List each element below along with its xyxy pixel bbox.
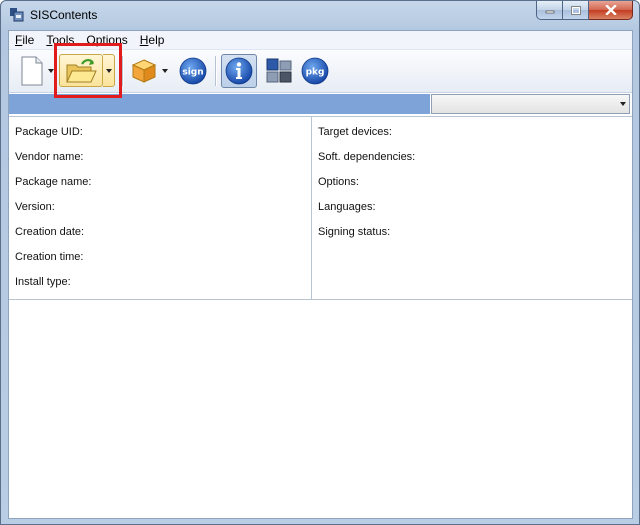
package-dropdown-button[interactable]: [161, 55, 169, 87]
menu-options-label: ptions: [95, 33, 128, 47]
pkg-button[interactable]: pkg: [299, 55, 331, 87]
signing-status-label: Signing status:: [318, 226, 391, 238]
app-icon: [10, 8, 24, 22]
maximize-button[interactable]: [563, 1, 589, 20]
info-column-left: Package UID: Vendor name: Package name: …: [9, 117, 312, 299]
menu-help-label: elp: [148, 33, 165, 47]
sign-icon: sign: [179, 57, 207, 85]
open-button[interactable]: [59, 54, 103, 87]
open-folder-icon: [66, 58, 97, 82]
toolbar: sign pkg: [9, 50, 632, 93]
item-selector-combobox[interactable]: [431, 94, 630, 114]
new-dropdown-button[interactable]: [48, 55, 54, 87]
combobox-arrow-button[interactable]: [620, 102, 626, 106]
languages-label: Languages:: [318, 201, 376, 213]
package-uid-label: Package UID:: [15, 126, 83, 138]
menu-bar: File Tools Options Help: [9, 31, 632, 50]
minimize-icon: [545, 10, 554, 14]
views-button[interactable]: [263, 55, 295, 87]
info-column-right: Target devices: Soft. dependencies: Opti…: [312, 117, 632, 299]
vendor-name-label: Vendor name:: [15, 151, 84, 163]
install-type-label: Install type:: [15, 276, 71, 288]
menu-options-mnemonic: O: [86, 33, 96, 47]
menu-file-label: ile: [22, 33, 35, 47]
client-area: File Tools Options Help sign pkg Package…: [8, 30, 633, 519]
version-label: Version:: [15, 201, 55, 213]
menu-options[interactable]: Options: [80, 31, 133, 49]
toolbar-separator: [215, 56, 217, 86]
window-title: SISContents: [30, 8, 98, 22]
toolbar-separator: [122, 56, 124, 86]
sign-icon-label: sign: [182, 68, 203, 78]
package-name-label: Package name:: [15, 176, 92, 188]
pkg-icon-label: pkg: [306, 68, 325, 78]
close-button[interactable]: [589, 1, 633, 20]
contents-view[interactable]: [9, 300, 632, 518]
info-icon: [225, 57, 253, 85]
package-box-icon: [131, 59, 157, 83]
minimize-button[interactable]: [536, 1, 563, 20]
new-dropdown-arrow-icon: [48, 69, 54, 73]
soft-dependencies-label: Soft. dependencies:: [318, 151, 416, 163]
package-info-panel: Package UID: Vendor name: Package name: …: [9, 116, 632, 300]
package-button[interactable]: [128, 55, 160, 87]
open-dropdown-arrow-icon: [105, 68, 112, 73]
header-bar: [9, 94, 430, 114]
options-label: Options:: [318, 176, 359, 188]
new-button[interactable]: [17, 55, 47, 87]
app-window: SISContents File Tools Options Help sign…: [0, 0, 640, 525]
maximize-icon: [570, 5, 581, 15]
sign-button[interactable]: sign: [177, 55, 209, 87]
pkg-icon: pkg: [301, 57, 329, 85]
windows-icon: [266, 58, 292, 83]
menu-file[interactable]: File: [9, 31, 40, 49]
open-dropdown-button[interactable]: [103, 54, 115, 87]
menu-tools[interactable]: Tools: [40, 31, 80, 49]
target-devices-label: Target devices:: [318, 126, 392, 138]
chevron-down-icon: [620, 102, 626, 106]
package-dropdown-arrow-icon: [162, 69, 168, 73]
new-document-icon: [21, 56, 43, 86]
info-button[interactable]: [221, 54, 257, 88]
menu-help[interactable]: Help: [134, 31, 171, 49]
creation-time-label: Creation time:: [15, 251, 84, 263]
close-icon: [604, 5, 617, 15]
title-bar[interactable]: SISContents: [1, 1, 639, 29]
menu-tools-label: ools: [52, 33, 75, 47]
caption-buttons: [536, 1, 633, 21]
creation-date-label: Creation date:: [15, 226, 85, 238]
